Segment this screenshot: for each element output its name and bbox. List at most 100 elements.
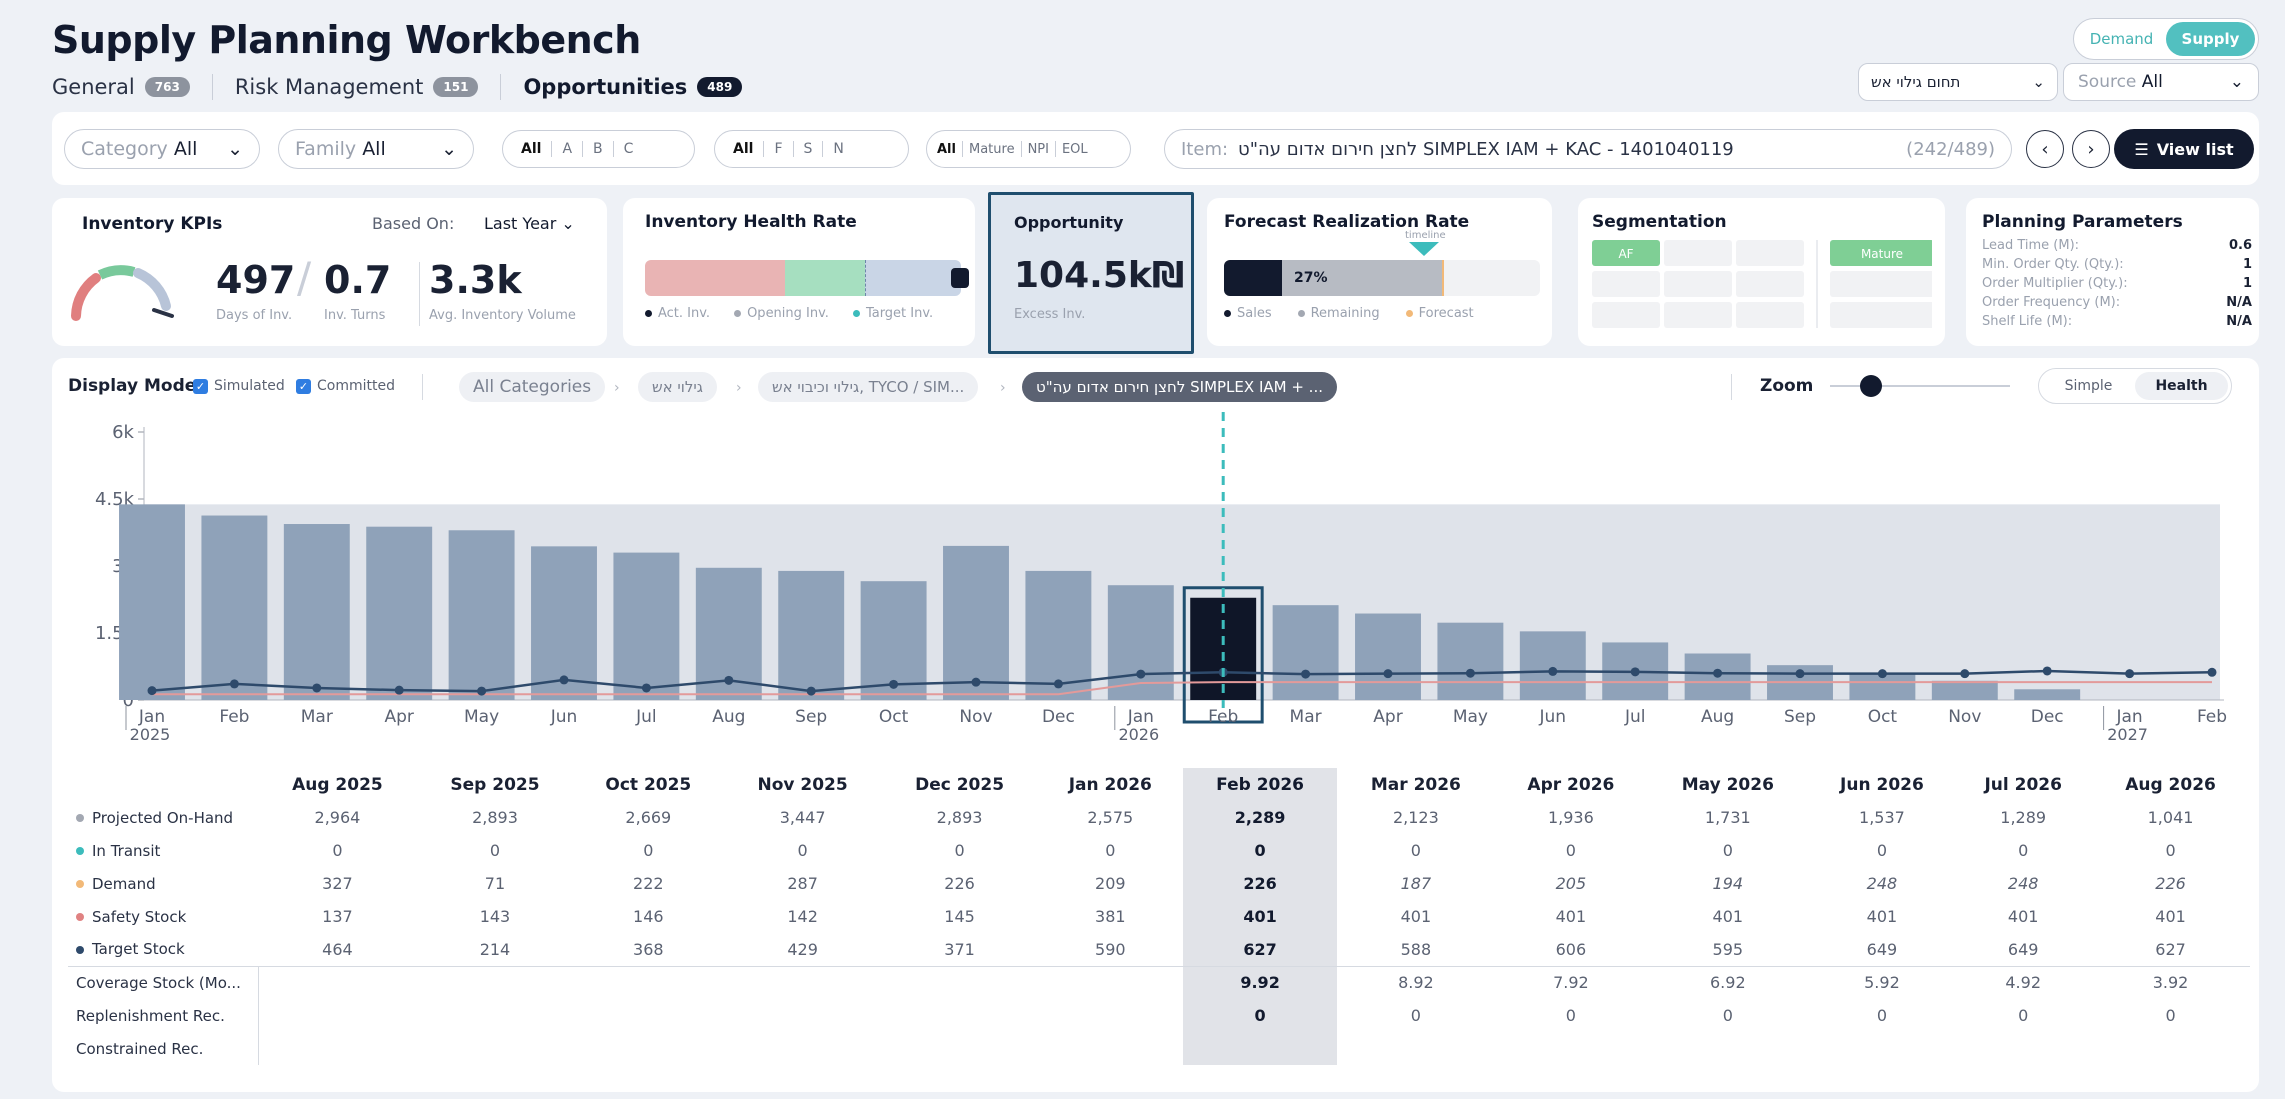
target-stock-point <box>971 677 981 687</box>
abc-all[interactable]: All <box>511 141 551 157</box>
breadcrumb-all-categories[interactable]: All Categories <box>459 372 606 402</box>
family-label: Family <box>295 138 357 160</box>
tab-risk-management[interactable]: Risk Management 151 <box>235 75 479 99</box>
param-row: Lead Time (M): 0.6 <box>1982 236 2252 255</box>
lifecycle-filter[interactable]: All Mature NPI EOL <box>926 130 1131 168</box>
table-cell: 145 <box>944 907 975 926</box>
table-cell: 2,893 <box>472 808 518 827</box>
row-label: Demand <box>68 867 258 900</box>
segmentation-title: Segmentation <box>1592 212 1727 232</box>
table-cell: 2,289 <box>1183 801 1338 834</box>
x-tick-label: Aug <box>712 707 745 727</box>
tab-opportunities-count: 489 <box>697 77 743 97</box>
toolbar-divider <box>422 374 423 400</box>
table-cell: 1,289 <box>2000 808 2047 827</box>
abc-a[interactable]: A <box>552 141 582 157</box>
based-on-select[interactable]: Last Year ⌄ <box>484 214 575 233</box>
forecast-legend: Sales Remaining Forecast <box>1224 306 1474 321</box>
legend-forecast-label: Forecast <box>1418 306 1474 321</box>
fsn-f[interactable]: F <box>764 141 792 157</box>
legend-dot-icon <box>76 814 84 822</box>
supply-option[interactable]: Supply <box>2166 22 2255 56</box>
table-cell <box>1955 1032 2091 1065</box>
table-cell: 3,447 <box>779 808 826 827</box>
abc-b[interactable]: B <box>583 141 613 157</box>
lifecycle-eol[interactable]: EOL <box>1056 142 1094 157</box>
abc-filter[interactable]: All A B C <box>502 130 695 168</box>
table-cell <box>258 999 417 1032</box>
health-option[interactable]: Health <box>2135 372 2228 400</box>
fsn-filter[interactable]: All F S N <box>714 130 909 168</box>
simple-option[interactable]: Simple <box>2042 378 2135 394</box>
forecast-percent: 27% <box>1294 270 1328 286</box>
category-filter[interactable]: Category All ⌄ <box>64 129 260 169</box>
tab-general[interactable]: General 763 <box>52 75 190 99</box>
committed-checkbox[interactable]: ✓ Committed <box>296 378 395 394</box>
table-cell: 381 <box>1095 907 1126 926</box>
table-cell: 0 <box>489 841 501 860</box>
lifecycle-npi[interactable]: NPI <box>1022 142 1055 157</box>
table-cell <box>1037 966 1183 999</box>
source-select[interactable]: Source All ⌄ <box>2063 63 2259 101</box>
table-cell <box>1037 1032 1183 1065</box>
lifecycle-mature[interactable]: Mature <box>963 142 1021 157</box>
demand-option[interactable]: Demand <box>2077 30 2166 48</box>
area-select[interactable]: תחום גילוי אש ⌄ <box>1858 63 2058 101</box>
table-cell <box>417 999 573 1032</box>
avg-volume-value: 3.3k <box>429 258 522 302</box>
x-tick-label: Feb <box>219 707 249 727</box>
lifecycle-all[interactable]: All <box>931 142 962 157</box>
x-tick-label: Aug <box>1701 707 1734 727</box>
simulated-label: Simulated <box>214 378 285 394</box>
fsn-all[interactable]: All <box>723 141 763 157</box>
demand-supply-toggle[interactable]: Demand Supply <box>2073 18 2259 60</box>
fsn-s[interactable]: S <box>794 141 823 157</box>
simulated-checkbox[interactable]: ✓ Simulated <box>193 378 285 394</box>
health-marker <box>951 268 969 288</box>
row-label-text: Constrained Rec. <box>76 1039 204 1058</box>
row-label-text: Coverage Stock (Mo... <box>76 973 241 992</box>
item-search[interactable]: Item: לחצן חירום אדום עה"ט SIMPLEX IAM +… <box>1164 129 2012 169</box>
view-list-label: View list <box>2156 139 2234 159</box>
legend-act-label: Act. Inv. <box>658 306 711 321</box>
view-mode-toggle[interactable]: Simple Health <box>2038 368 2232 404</box>
segment-cell <box>1664 240 1732 266</box>
row-label-text: Demand <box>92 874 156 893</box>
next-item-button[interactable]: › <box>2072 130 2110 168</box>
table-cell: 1,537 <box>1859 808 1905 827</box>
column-header: May 2026 <box>1681 774 1774 795</box>
legend-opening-label: Opening Inv. <box>747 306 829 321</box>
legend-sales-label: Sales <box>1237 306 1272 321</box>
chevron-down-icon: ⌄ <box>2032 73 2045 91</box>
target-stock-point <box>1630 667 1640 677</box>
breadcrumb-item[interactable]: לחצן חירום אדום עה"ט SIMPLEX IAM + ... <box>1022 372 1337 402</box>
abc-c[interactable]: C <box>614 141 644 157</box>
fsn-n[interactable]: N <box>823 141 853 157</box>
view-list-button[interactable]: ☰ View list <box>2114 129 2254 169</box>
table-cell: 0 <box>2018 841 2029 860</box>
forecast-realization-card: Forecast Realization Rate timeline 27% S… <box>1207 198 1552 346</box>
x-tick-label: Jul <box>635 707 657 727</box>
prev-item-button[interactable]: ‹ <box>2026 130 2064 168</box>
segmentation-grid: AF Mature <box>1592 240 1934 339</box>
opportunity-card[interactable]: Opportunity 104.5k₪ Excess Inv. <box>988 192 1194 354</box>
opportunity-title: Opportunity <box>1014 213 1124 232</box>
timeline-marker-icon <box>1409 242 1439 256</box>
area-select-value: תחום גילוי אש <box>1871 73 1961 91</box>
chevron-right-icon: › <box>614 380 620 396</box>
table-cell: 287 <box>787 874 818 893</box>
based-on-label: Based On: <box>372 214 455 233</box>
breadcrumb-family[interactable]: גילוי וכיבוי אש, TYCO / SIM... <box>758 372 979 402</box>
x-tick-label: Oct <box>879 707 909 727</box>
tab-opportunities[interactable]: Opportunities 489 <box>523 75 743 99</box>
legend-forecast: Forecast <box>1405 306 1474 321</box>
table-row: Projected On-Hand 2,964 2,893 2,669 3,447 2,8… <box>68 801 2250 834</box>
breadcrumb-area[interactable]: גילוי אש <box>638 372 717 402</box>
param-row: Order Multiplier (Qty.): 1 <box>1982 274 2252 293</box>
tab-risk-label: Risk Management <box>234 75 424 99</box>
family-filter[interactable]: Family All ⌄ <box>278 129 474 169</box>
zoom-slider-handle[interactable] <box>1860 375 1882 397</box>
zoom-slider-track[interactable] <box>1830 385 2010 387</box>
row-label-text: Target Stock <box>92 940 185 959</box>
health-bar-opening <box>785 260 865 296</box>
